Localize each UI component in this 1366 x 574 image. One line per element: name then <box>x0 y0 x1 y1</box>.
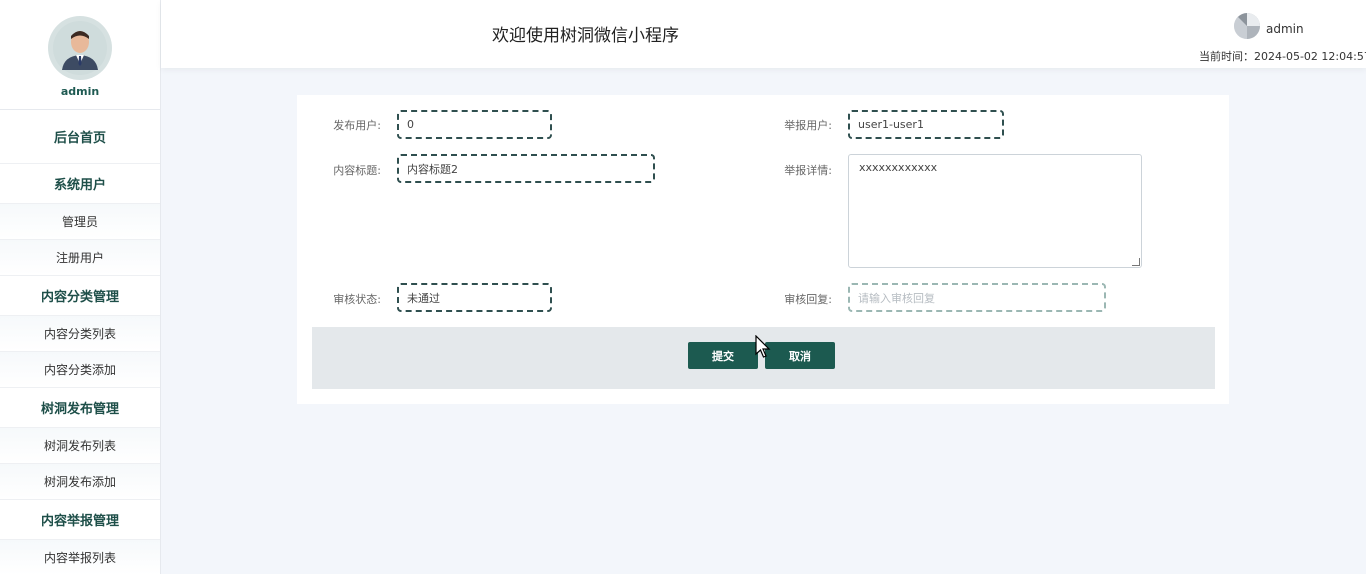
audit-reply-label: 审核回复: <box>784 293 832 306</box>
sidebar-item-registered-users[interactable]: 注册用户 <box>0 240 160 276</box>
top-header: 欢迎使用树洞微信小程序 admin 当前时间：2024-05-02 12:04:… <box>161 0 1366 68</box>
report-detail-text: xxxxxxxxxxxx <box>859 161 938 174</box>
publisher-label: 发布用户: <box>333 119 381 132</box>
audit-status-input[interactable]: 未通过 <box>397 283 552 312</box>
current-time: 当前时间：2024-05-02 12:04:57 <box>1199 48 1366 64</box>
audit-reply-input[interactable]: 请输入审核回复 <box>848 283 1106 312</box>
sidebar-group-content-category[interactable]: 内容分类管理 <box>0 276 160 316</box>
sidebar-group-content-report[interactable]: 内容举报管理 <box>0 500 160 540</box>
resize-grip-icon[interactable] <box>1132 258 1140 266</box>
sidebar-group-treehole-publish[interactable]: 树洞发布管理 <box>0 388 160 428</box>
page-title: 欢迎使用树洞微信小程序 <box>492 26 679 46</box>
sidebar-group-system-users[interactable]: 系统用户 <box>0 164 160 204</box>
sidebar-profile-name: admin <box>60 85 100 98</box>
avatar-icon[interactable] <box>48 16 112 80</box>
submit-button[interactable]: 提交 <box>688 342 758 369</box>
report-detail-label: 举报详情: <box>784 164 832 177</box>
sidebar-item-treehole-add[interactable]: 树洞发布添加 <box>0 464 160 500</box>
sidebar-item-category-list[interactable]: 内容分类列表 <box>0 316 160 352</box>
sidebar-item-admins[interactable]: 管理员 <box>0 204 160 240</box>
user-avatar-icon[interactable] <box>1234 13 1260 39</box>
cancel-button[interactable]: 取消 <box>765 342 835 369</box>
sidebar-item-category-add[interactable]: 内容分类添加 <box>0 352 160 388</box>
current-time-value: 2024-05-02 12:04:57 <box>1254 50 1366 63</box>
reporter-input[interactable]: user1-user1 <box>848 110 1004 139</box>
header-username[interactable]: admin <box>1266 22 1304 36</box>
audit-status-label: 审核状态: <box>333 293 381 306</box>
sidebar-item-report-list[interactable]: 内容举报列表 <box>0 540 160 574</box>
sidebar-item-home[interactable]: 后台首页 <box>0 110 160 164</box>
sidebar: admin 后台首页 系统用户 管理员 注册用户 内容分类管理 内容分类列表 内… <box>0 0 161 574</box>
content-title-input[interactable]: 内容标题2 <box>397 154 655 183</box>
sidebar-profile: admin <box>0 0 160 110</box>
sidebar-item-treehole-list[interactable]: 树洞发布列表 <box>0 428 160 464</box>
mouse-cursor-icon <box>755 335 771 358</box>
current-time-label: 当前时间： <box>1199 50 1254 63</box>
content-title-label: 内容标题: <box>333 164 381 177</box>
reporter-label: 举报用户: <box>784 119 832 132</box>
publisher-input[interactable]: 0 <box>397 110 552 139</box>
report-detail-textarea[interactable]: xxxxxxxxxxxx <box>848 154 1142 268</box>
